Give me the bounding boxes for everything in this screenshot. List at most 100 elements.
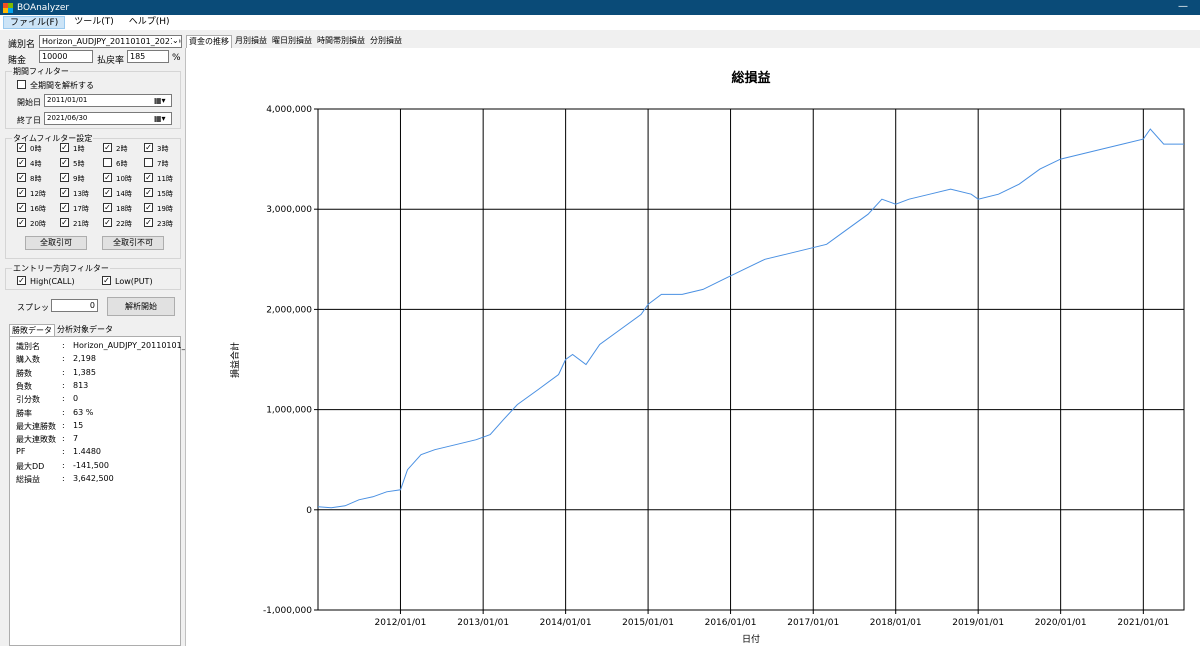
hour-label: 12時: [30, 190, 46, 198]
hour-label: 2時: [116, 145, 128, 153]
x-tick-label: 2016/01/01: [705, 618, 757, 628]
stat-label: 勝数: [16, 368, 32, 378]
hour-checkbox[interactable]: ✓: [17, 203, 26, 212]
hour-checkbox[interactable]: ✓: [103, 188, 112, 197]
stat-value: 2,198: [73, 354, 96, 364]
hour-checkbox[interactable]: ✓: [17, 218, 26, 227]
hour-checkbox[interactable]: [144, 158, 153, 167]
hour-label: 17時: [73, 205, 89, 213]
allow-all-button[interactable]: 全取引可: [25, 236, 87, 250]
hour-label: 22時: [116, 220, 132, 228]
hour-checkbox[interactable]: ✓: [103, 218, 112, 227]
hour-checkbox[interactable]: ✓: [60, 173, 69, 182]
chevron-down-icon[interactable]: ⌄: [172, 36, 179, 45]
identifier-select[interactable]: Horizon_AUDJPY_20110101_20210630: [39, 35, 182, 48]
all-period-checkbox[interactable]: [17, 80, 26, 89]
hour-checkbox[interactable]: ✓: [60, 158, 69, 167]
stat-colon: :: [62, 380, 65, 390]
deny-all-button[interactable]: 全取引不可: [102, 236, 164, 250]
window-title: BOAnalyzer: [17, 2, 70, 13]
stat-value: 0: [73, 394, 79, 404]
stat-value: 63 %: [73, 407, 94, 417]
hour-checkbox[interactable]: ✓: [17, 143, 26, 152]
identifier-label: 識別名: [8, 40, 36, 50]
identifier-value: Horizon_AUDJPY_20110101_20210630: [42, 37, 182, 46]
stat-colon: :: [62, 447, 65, 457]
payout-input[interactable]: 185: [127, 50, 169, 63]
hour-checkbox[interactable]: ✓: [144, 203, 153, 212]
hour-label: 21時: [73, 220, 89, 228]
stat-value: 7: [73, 434, 79, 444]
stat-value: 3,642,500: [73, 474, 114, 483]
hour-checkbox[interactable]: ✓: [144, 218, 153, 227]
chart-title: 総損益: [731, 70, 770, 86]
hour-checkbox[interactable]: ✓: [103, 143, 112, 152]
hour-checkbox[interactable]: [103, 158, 112, 167]
hour-checkbox[interactable]: ✓: [144, 173, 153, 182]
x-tick-label: 2014/01/01: [540, 618, 592, 628]
stat-label: 引分数: [16, 395, 40, 405]
tab-analysis-data[interactable]: 分析対象データ: [55, 324, 115, 336]
stats-panel: 識別名: Horizon_AUDJPY_20110101_202 購入数:2,198…: [9, 336, 201, 646]
hour-checkbox[interactable]: ✓: [17, 158, 26, 167]
hour-checkbox[interactable]: ✓: [60, 188, 69, 197]
x-tick-label: 2020/01/01: [1035, 618, 1087, 628]
menu-help[interactable]: ヘルプ(H): [123, 16, 176, 29]
tab-hourly-pl[interactable]: 時間帯別損益: [315, 35, 367, 48]
hour-label: 15時: [157, 190, 173, 198]
hour-label: 0時: [30, 145, 42, 153]
entry-filter-title: エントリー方向フィルター: [12, 263, 110, 274]
x-tick-label: 2012/01/01: [375, 618, 427, 628]
x-tick-label: 2021/01/01: [1117, 618, 1169, 628]
pl-line-chart: -1,000,000 0 1,000,000 2,000,000 3,000,000 4,…: [229, 70, 1185, 645]
hour-label: 7時: [157, 160, 169, 168]
end-date-input[interactable]: 2021/06/30: [44, 112, 172, 125]
calendar-icon[interactable]: ▦▾: [154, 114, 166, 123]
high-call-label: High(CALL): [30, 277, 75, 286]
hour-checkbox[interactable]: ✓: [144, 188, 153, 197]
series-line: [317, 128, 1184, 509]
hour-label: 23時: [157, 220, 173, 228]
stat-label: 最大DD: [16, 461, 45, 471]
start-date-input[interactable]: 2011/01/01: [44, 94, 172, 107]
payout-unit: %: [172, 53, 181, 63]
calendar-icon[interactable]: ▦▾: [154, 96, 166, 105]
stat-label: PF: [16, 447, 26, 457]
payout-label: 払戻率: [97, 56, 125, 66]
stat-colon: :: [62, 354, 65, 364]
low-put-checkbox[interactable]: ✓: [102, 276, 111, 285]
tab-balance-history[interactable]: 資金の推移: [186, 35, 232, 48]
minimize-button[interactable]: —: [1178, 1, 1188, 12]
high-call-checkbox[interactable]: ✓: [17, 276, 26, 285]
tab-win-loss-data[interactable]: 勝敗データ: [9, 324, 55, 336]
end-date-value: 2021/06/30: [47, 114, 88, 122]
end-date-label: 終了日: [17, 116, 41, 125]
menu-file[interactable]: ファイル(F): [3, 16, 66, 29]
x-tick-label: 2015/01/01: [622, 618, 674, 628]
tab-weekday-pl[interactable]: 曜日別損益: [270, 35, 314, 48]
hour-checkbox[interactable]: ✓: [17, 173, 26, 182]
y-tick-label: 2,000,000: [266, 305, 312, 315]
hour-label: 1時: [73, 145, 85, 153]
hour-checkbox[interactable]: ✓: [60, 203, 69, 212]
period-filter-title: 期間フィルター: [12, 66, 70, 77]
hour-label: 18時: [116, 205, 132, 213]
analyze-button[interactable]: 解析開始: [107, 297, 175, 316]
hour-checkbox[interactable]: ✓: [144, 143, 153, 152]
y-axis-label: 損益合計: [229, 342, 241, 378]
capital-input[interactable]: 10000: [39, 50, 93, 63]
menu-tools[interactable]: ツール(T): [68, 16, 120, 29]
hour-checkbox[interactable]: ✓: [103, 173, 112, 182]
hour-checkbox[interactable]: ✓: [103, 203, 112, 212]
tab-monthly-pl[interactable]: 月別損益: [233, 35, 269, 48]
hour-checkbox[interactable]: ✓: [60, 218, 69, 227]
hour-checkbox[interactable]: ✓: [60, 143, 69, 152]
tab-minute-pl[interactable]: 分別損益: [368, 35, 404, 48]
right-tabs: 資金の推移 月別損益 曜日別損益 時間帯別損益 分別損益: [186, 35, 405, 48]
stat-value: 813: [73, 380, 89, 390]
spread-input[interactable]: 0: [51, 299, 98, 312]
hour-checkbox[interactable]: ✓: [17, 188, 26, 197]
all-period-label: 全期間を解析する: [30, 81, 94, 90]
stat-value: Horizon_AUDJPY_20110101_202: [73, 341, 201, 350]
hour-label: 19時: [157, 205, 173, 213]
